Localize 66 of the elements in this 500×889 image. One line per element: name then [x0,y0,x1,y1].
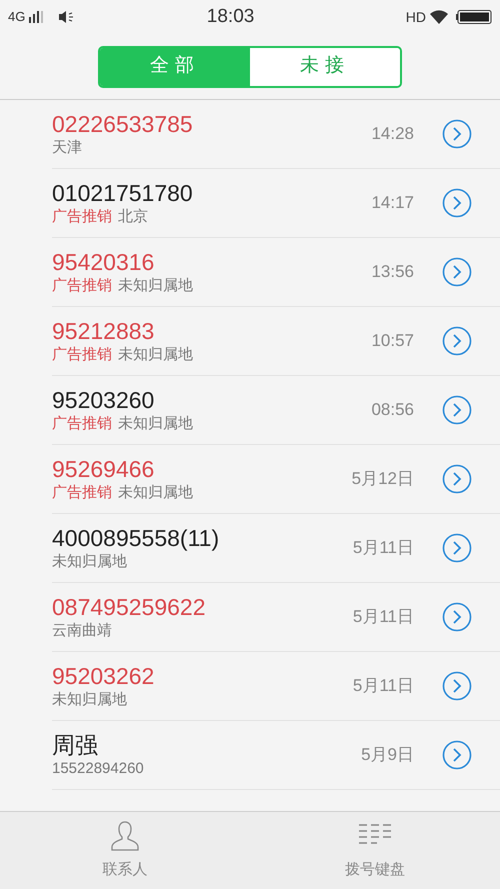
caller-number: 95269466 [52,455,156,483]
spam-tag: 广告推销 [52,207,112,227]
details-icon[interactable] [442,464,472,494]
call-time: 10:57 [371,330,414,352]
details-icon[interactable] [442,671,472,701]
caller-location: 未知归属地 [52,690,127,710]
call-row[interactable]: 4000895558(11) 未知归属地 5月11日 [52,514,500,583]
nav-tab[interactable]: 联系人 [0,812,250,889]
call-time: 5月9日 [361,744,414,766]
spam-tag: 广告推销 [52,414,112,434]
call-row[interactable]: 95203262 未知归属地 5月11日 [52,652,500,721]
details-icon[interactable] [442,533,472,563]
caller-number: 95203262 [52,662,156,690]
call-time: 5月11日 [352,537,414,560]
call-row[interactable]: 周强 15522894260 5月9日 [52,721,500,790]
call-row[interactable]: 02226533785 天津 14:28 [52,100,500,169]
caller-number: 087495259622 [52,593,206,621]
call-row[interactable]: 01021751780 广告推销 北京 14:17 [52,169,500,238]
caller-location: 未知归属地 [118,483,193,503]
caller-number: 周强 [52,731,99,759]
details-icon[interactable] [442,602,472,632]
call-row[interactable]: 95203260 广告推销 未知归属地 08:56 [52,376,500,445]
spam-tag: 广告推销 [52,276,112,296]
call-row[interactable]: 95212883 广告推销 未知归属地 10:57 [52,307,500,376]
caller-location: 云南曲靖 [52,621,112,641]
details-icon[interactable] [442,740,472,770]
tab[interactable]: 全部 [100,48,250,86]
caller-location: 北京 [118,207,148,227]
call-row[interactable]: 95269466 广告推销 未知归属地 5月12日 [52,445,500,514]
caller-number: 95212883 [52,317,156,345]
caller-number: 4000895558(11) [52,524,220,552]
details-icon[interactable] [442,188,472,218]
details-icon[interactable] [442,257,472,287]
call-time: 13:56 [371,261,414,284]
caller-number: 02226533785 [52,110,194,138]
caller-location: 天津 [52,138,82,158]
details-icon[interactable] [442,395,472,425]
call-row[interactable]: 087495259622 云南曲靖 5月11日 [52,583,500,652]
caller-location: 未知归属地 [52,552,127,572]
call-time: 5月12日 [352,468,414,490]
speaker-icon [59,11,76,23]
battery-icon [456,10,492,24]
caller-location: 未知归属地 [118,276,193,296]
details-icon[interactable] [442,326,472,356]
tab[interactable]: 未接 [250,48,400,86]
caller-location: 未知归属地 [118,345,193,365]
network-label: 4G [8,8,26,26]
caller-number: 01021751780 [52,179,194,207]
spam-tag: 广告推销 [52,483,112,503]
call-time: 5月11日 [352,606,414,628]
caller-location: 未知归属地 [118,414,193,434]
signal-icon [29,11,44,23]
call-time: 08:56 [371,399,414,422]
wifi-icon [430,10,448,24]
caller-number: 95420316 [52,248,156,276]
nav-tab[interactable]: 拨号键盘 [250,812,500,889]
caller-location: 15522894260 [52,759,144,779]
call-time: 5月11日 [352,675,414,698]
call-time: 14:17 [371,192,414,214]
details-icon[interactable] [442,119,472,149]
call-time: 14:28 [371,123,414,146]
call-row[interactable]: 95420316 广告推销 未知归属地 13:56 [52,238,500,307]
hd-label: HD [406,8,426,26]
caller-number: 95203260 [52,386,156,414]
clock: 18:03 [206,4,254,29]
spam-tag: 广告推销 [52,345,112,365]
